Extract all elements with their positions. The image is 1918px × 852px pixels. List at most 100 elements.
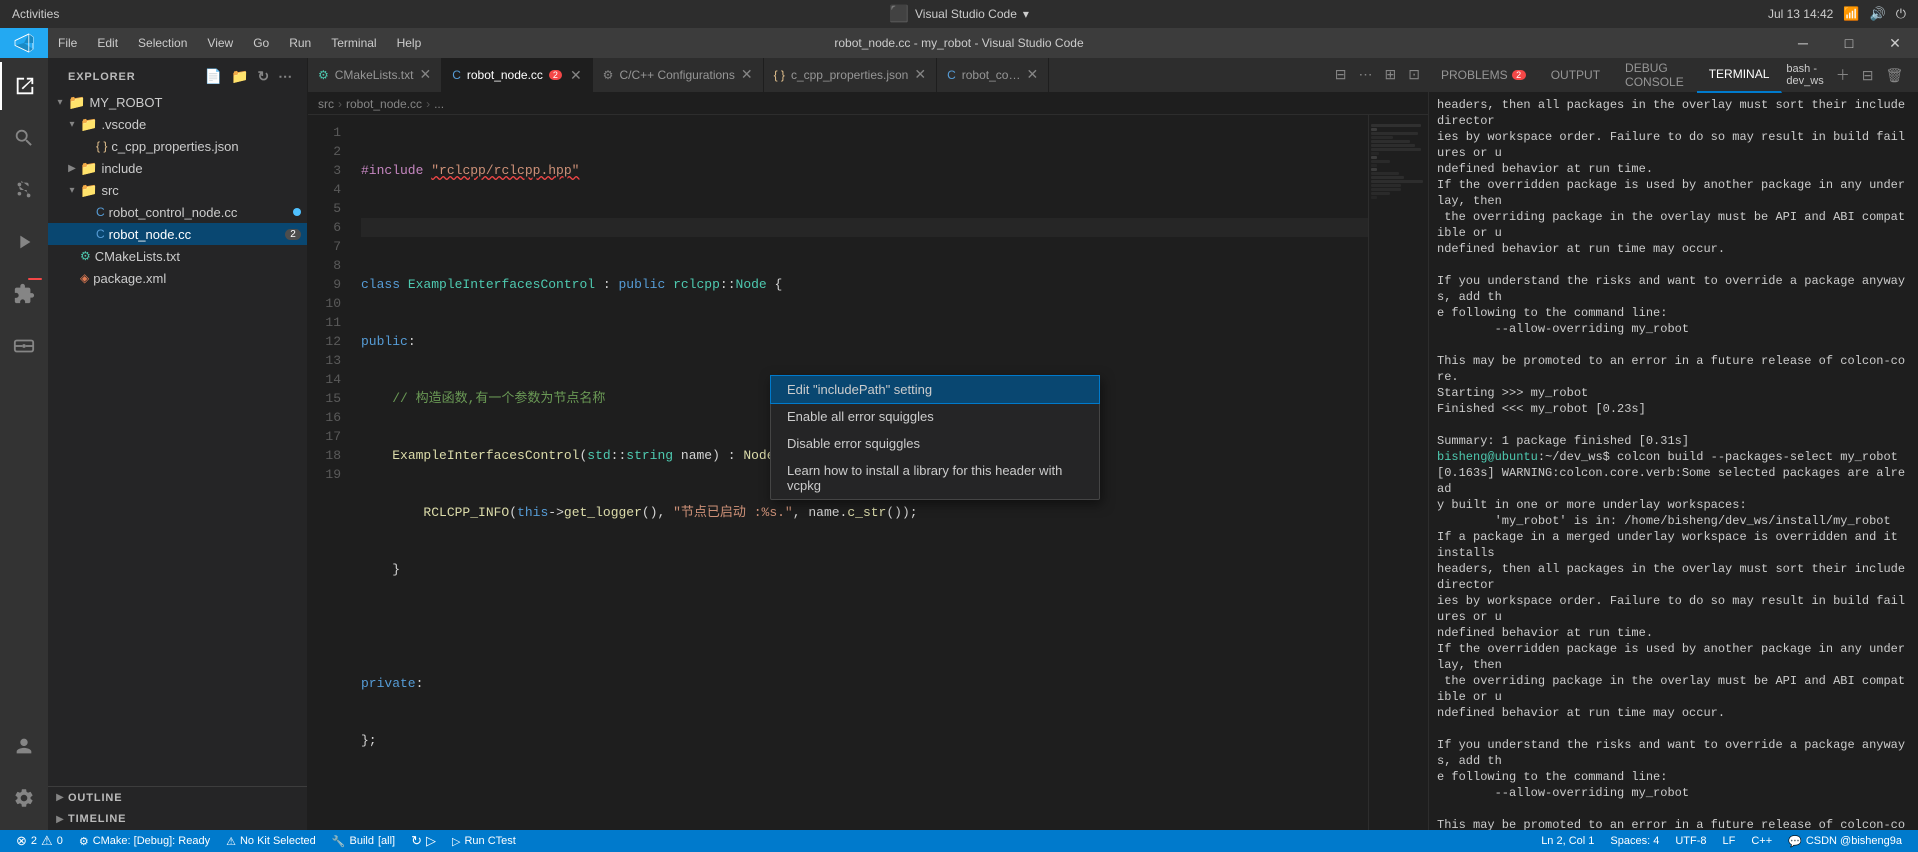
outline-section-header[interactable]: ▶ OUTLINE <box>48 786 307 808</box>
ctx-learn-vcpkg[interactable]: Learn how to install a library for this … <box>771 457 1099 499</box>
new-file-icon[interactable]: 📄 <box>203 66 225 87</box>
status-encoding[interactable]: UTF-8 <box>1667 830 1714 852</box>
activity-remote[interactable] <box>0 322 48 370</box>
activity-extensions[interactable] <box>0 270 48 318</box>
menu-help[interactable]: Help <box>387 28 432 58</box>
cpp-file-icon: C <box>96 227 105 241</box>
no-kit-icon: ⚠ <box>226 835 236 848</box>
breadcrumb-sep2: › <box>426 97 430 111</box>
activity-bar <box>0 58 48 830</box>
status-feedback[interactable]: 💬 CSDN @bisheng9a <box>1780 830 1910 852</box>
activity-explorer[interactable] <box>0 62 48 110</box>
tab-robot-co[interactable]: C robot_co… ✕ <box>937 58 1049 92</box>
panel-tab-debug-console[interactable]: DEBUG CONSOLE <box>1613 58 1697 93</box>
vscode-app-name[interactable]: Visual Studio Code <box>915 7 1017 21</box>
ctx-edit-includepath[interactable]: Edit "includePath" setting <box>770 375 1100 404</box>
panel-tab-output[interactable]: OUTPUT <box>1539 58 1613 93</box>
network-icon[interactable]: 📶 <box>1843 6 1859 22</box>
maximize-button[interactable]: □ <box>1826 28 1872 58</box>
tab-close-cmake[interactable]: ✕ <box>419 66 431 83</box>
activity-accounts[interactable] <box>0 722 48 770</box>
timeline-label: TIMELINE <box>68 813 307 825</box>
menu-file[interactable]: File <box>48 28 87 58</box>
refresh-build-icon[interactable]: ↻ <box>411 833 422 849</box>
tab-robot-node[interactable]: C robot_node.cc 2 ✕ <box>442 58 592 92</box>
status-run-ctest[interactable]: ▷ Run CTest <box>444 830 524 852</box>
timeline-section-header[interactable]: ▶ TIMELINE <box>48 808 307 830</box>
status-language[interactable]: C++ <box>1743 830 1780 852</box>
timeline-arrow: ▶ <box>52 814 68 825</box>
menu-selection[interactable]: Selection <box>128 28 197 58</box>
more-actions-icon[interactable]: ⋯ <box>1355 62 1377 87</box>
refresh-icon[interactable]: ↻ <box>255 66 272 87</box>
cpp-tab-label: robot_node.cc <box>467 68 543 82</box>
breadcrumb-symbol[interactable]: ... <box>434 97 444 111</box>
spaces-label: Spaces: 4 <box>1610 835 1659 847</box>
activities-label[interactable]: Activities <box>12 7 59 21</box>
tab-close-robot-node[interactable]: ✕ <box>570 67 582 84</box>
minimize-button[interactable]: ─ <box>1780 28 1826 58</box>
minimap <box>1368 115 1428 830</box>
sound-icon[interactable]: 🔊 <box>1870 6 1886 22</box>
menu-go[interactable]: Go <box>243 28 279 58</box>
activity-search[interactable] <box>0 114 48 162</box>
close-panels-icon[interactable]: ⊡ <box>1404 62 1424 87</box>
tab-cpp-config[interactable]: ⚙ C/C++ Configurations ✕ <box>593 58 764 92</box>
split-terminal-icon[interactable]: ⊟ <box>1858 63 1878 88</box>
status-build-controls[interactable]: ↻ ▷ <box>403 830 444 852</box>
cpp-tab-icon: C <box>452 68 461 82</box>
explorer-header: EXPLORER 📄 📁 ↻ ⋯ <box>48 58 307 91</box>
arrow-icon: ▾ <box>52 97 68 108</box>
tab-close-config[interactable]: ✕ <box>741 66 753 83</box>
status-ln-col[interactable]: Ln 2, Col 1 <box>1533 830 1602 852</box>
app-dropdown-icon[interactable]: ▾ <box>1023 7 1029 21</box>
status-no-kit[interactable]: ⚠ No Kit Selected <box>218 830 324 852</box>
new-folder-icon[interactable]: 📁 <box>229 66 251 87</box>
status-build[interactable]: 🔧 Build [all] <box>324 830 403 852</box>
panel-maximize-icon[interactable]: ⌃ <box>1911 63 1918 88</box>
breadcrumb-file[interactable]: robot_node.cc <box>346 97 422 111</box>
menu-terminal[interactable]: Terminal <box>321 28 386 58</box>
activity-settings[interactable] <box>0 774 48 822</box>
menu-run[interactable]: Run <box>279 28 321 58</box>
tab-close-json[interactable]: ✕ <box>914 66 926 83</box>
panel-tab-problems[interactable]: PROBLEMS 2 <box>1429 58 1539 93</box>
status-line-ending[interactable]: LF <box>1714 830 1743 852</box>
terminal-content[interactable]: headers, then all packages in the overla… <box>1429 93 1918 830</box>
vscode-logo <box>0 28 48 58</box>
tree-file-c-cpp-properties[interactable]: { } c_cpp_properties.json <box>48 135 307 157</box>
tree-folder-include[interactable]: ▶ 📁 include <box>48 157 307 179</box>
tree-file-cmakelists[interactable]: ⚙ CMakeLists.txt <box>48 245 307 267</box>
collapse-all-icon[interactable]: ⋯ <box>276 66 295 87</box>
tree-folder-my-robot[interactable]: ▾ 📁 MY_ROBOT <box>48 91 307 113</box>
ctx-enable-squiggles[interactable]: Enable all error squiggles <box>771 403 1099 430</box>
activity-source-control[interactable] <box>0 166 48 214</box>
status-cmake[interactable]: ⚙ CMake: [Debug]: Ready <box>71 830 218 852</box>
panel-tabs: PROBLEMS 2 OUTPUT DEBUG CONSOLE TERMINAL… <box>1429 58 1918 93</box>
add-terminal-icon[interactable]: ＋ <box>1832 61 1854 89</box>
activity-run-debug[interactable] <box>0 218 48 266</box>
tab-close-robot-co[interactable]: ✕ <box>1026 66 1038 83</box>
tab-c-cpp-props[interactable]: { } c_cpp_properties.json ✕ <box>764 58 938 92</box>
warning-icon: ⚠ <box>41 833 53 849</box>
power-icon[interactable]: ⏻ <box>1896 6 1906 22</box>
tree-file-robot-control[interactable]: C robot_control_node.cc <box>48 201 307 223</box>
status-spaces[interactable]: Spaces: 4 <box>1602 830 1667 852</box>
tree-folder-vscode[interactable]: ▾ 📁 .vscode <box>48 113 307 135</box>
kill-terminal-icon[interactable]: 🗑 <box>1881 63 1907 88</box>
run-build-icon[interactable]: ▷ <box>426 833 436 849</box>
close-button[interactable]: ✕ <box>1872 28 1918 58</box>
layout-icon[interactable]: ⊞ <box>1381 62 1401 87</box>
breadcrumb-src[interactable]: src <box>318 97 334 111</box>
ctx-disable-squiggles[interactable]: Disable error squiggles <box>771 430 1099 457</box>
tree-file-package-xml[interactable]: ◈ package.xml <box>48 267 307 289</box>
status-errors[interactable]: ⊗ 2 ⚠ 0 <box>8 830 71 852</box>
window-title: robot_node.cc - my_robot - Visual Studio… <box>834 36 1083 50</box>
tree-file-robot-node[interactable]: C robot_node.cc 2 <box>48 223 307 245</box>
panel-tab-terminal[interactable]: TERMINAL <box>1697 58 1783 93</box>
menu-view[interactable]: View <box>197 28 243 58</box>
menu-edit[interactable]: Edit <box>87 28 128 58</box>
split-editor-icon[interactable]: ⊟ <box>1331 62 1351 87</box>
tree-folder-src[interactable]: ▾ 📁 src <box>48 179 307 201</box>
tab-cmakelists[interactable]: ⚙ CMakeLists.txt ✕ <box>308 58 442 92</box>
